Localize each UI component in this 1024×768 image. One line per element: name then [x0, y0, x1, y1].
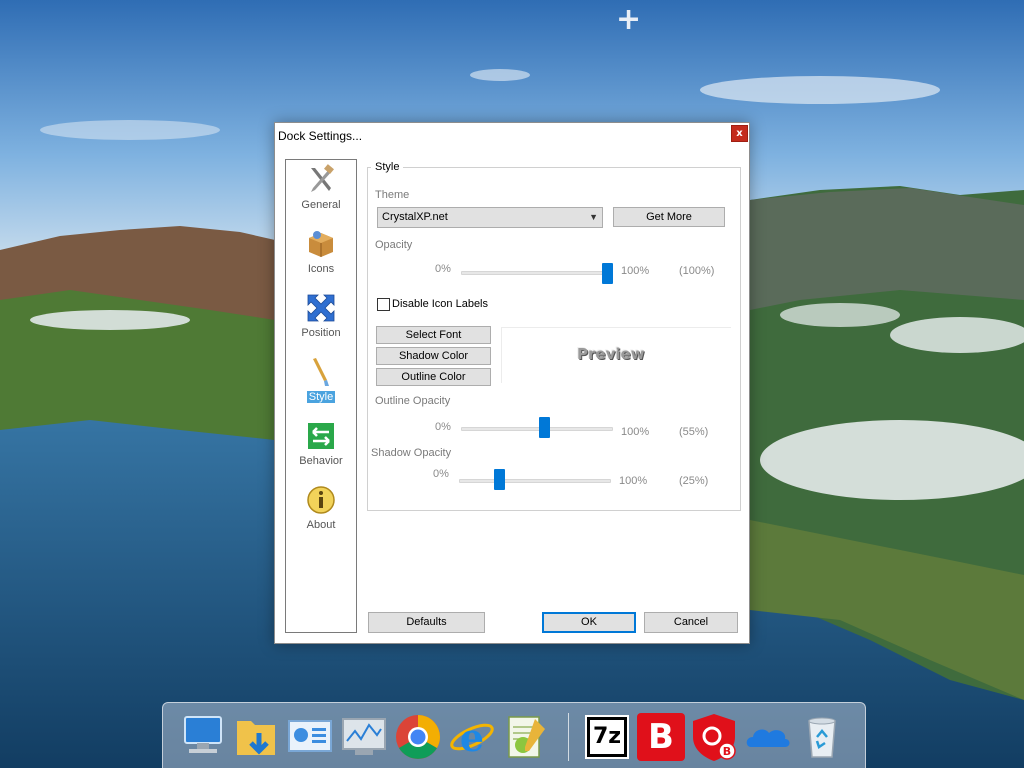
dock-bar: e 7z B B	[162, 702, 866, 768]
close-button[interactable]: x	[731, 125, 748, 142]
outline-opacity-max: 100%	[621, 426, 650, 438]
svg-text:e: e	[460, 715, 484, 760]
sidebar-item-general[interactable]: General	[286, 162, 356, 220]
opacity-slider-thumb[interactable]	[602, 263, 613, 284]
box-icon	[309, 231, 333, 257]
opacity-max: 100%	[621, 265, 650, 277]
sidebar-label: About	[306, 519, 336, 531]
chrome-icon[interactable]	[393, 711, 443, 763]
shadow-opacity-slider-thumb[interactable]	[494, 469, 506, 490]
dock-settings-dialog: Dock Settings... x General Icons Positio…	[274, 122, 750, 644]
defaults-button[interactable]: Defaults	[368, 612, 485, 633]
sidebar-label: Position	[301, 327, 341, 339]
arrow-switch-icon	[308, 423, 334, 449]
recycle-bin-icon[interactable]	[797, 711, 847, 763]
arrows-icon	[307, 294, 335, 322]
disable-icon-labels-label[interactable]: Disable Icon Labels	[392, 298, 488, 310]
theme-value: CrystalXP.net	[382, 211, 448, 223]
notepad-plus-plus-icon[interactable]	[501, 711, 551, 763]
opacity-slider[interactable]	[461, 271, 613, 275]
sidebar-item-style[interactable]: Style	[286, 354, 356, 412]
opacity-min: 0%	[435, 263, 451, 275]
shadow-color-button[interactable]: Shadow Color	[376, 347, 491, 365]
ok-button[interactable]: OK	[542, 612, 636, 633]
preview-text: Preview	[577, 345, 645, 363]
sidebar-label: Icons	[307, 263, 335, 275]
dialog-title: Dock Settings...	[278, 129, 363, 143]
sidebar-item-icons[interactable]: Icons	[286, 226, 356, 284]
chevron-down-icon: ▼	[589, 212, 598, 222]
cancel-button[interactable]: Cancel	[644, 612, 738, 633]
outline-color-button[interactable]: Outline Color	[376, 368, 491, 386]
svg-text:B: B	[723, 745, 731, 758]
outline-opacity-value: (55%)	[679, 426, 709, 438]
opacity-label: Opacity	[375, 239, 413, 251]
downloads-folder-icon[interactable]	[231, 711, 281, 763]
theme-label: Theme	[375, 189, 410, 201]
sidebar-item-position[interactable]: Position	[286, 290, 356, 348]
info-icon	[307, 486, 335, 514]
7zip-icon[interactable]: 7z	[581, 711, 631, 763]
sidebar-label: General	[301, 199, 341, 211]
shadow-opacity-value: (25%)	[679, 475, 709, 487]
dock-separator	[568, 713, 569, 761]
opacity-value: (100%)	[679, 265, 715, 277]
get-more-button[interactable]: Get More	[613, 207, 725, 227]
sidebar-label: Style	[306, 391, 336, 403]
theme-select[interactable]: CrystalXP.net ▼	[377, 207, 603, 228]
settings-sidebar: General Icons Position Style Behavior Ab…	[285, 159, 357, 633]
outline-opacity-label: Outline Opacity	[375, 395, 451, 407]
outline-opacity-slider[interactable]	[461, 427, 613, 431]
plus-icon[interactable]: +	[616, 5, 641, 35]
bitdefender-vpn-icon[interactable]: B	[689, 711, 739, 763]
resource-monitor-icon[interactable]	[339, 711, 389, 763]
7zip-label: 7z	[590, 720, 624, 754]
select-font-button[interactable]: Select Font	[376, 326, 491, 344]
shadow-opacity-max: 100%	[619, 475, 648, 487]
onedrive-icon[interactable]	[743, 711, 793, 763]
style-group-label: Style	[371, 161, 404, 173]
shadow-opacity-label: Shadow Opacity	[371, 447, 452, 459]
brush-icon	[313, 358, 329, 386]
tools-icon	[311, 164, 334, 192]
outline-opacity-slider-thumb[interactable]	[538, 417, 550, 438]
bitdefender-label: B	[637, 713, 685, 761]
internet-explorer-icon[interactable]: e	[447, 711, 497, 763]
sidebar-item-about[interactable]: About	[286, 482, 356, 540]
shadow-opacity-min: 0%	[433, 468, 449, 480]
shadow-opacity-slider[interactable]	[459, 479, 611, 483]
bitdefender-icon[interactable]: B	[635, 711, 685, 763]
computer-icon[interactable]	[177, 711, 227, 763]
control-panel-icon[interactable]	[285, 711, 335, 763]
title-bar[interactable]: Dock Settings... x	[275, 123, 749, 149]
sidebar-item-behavior[interactable]: Behavior	[286, 418, 356, 476]
disable-icon-labels-checkbox[interactable]	[377, 298, 390, 311]
outline-opacity-min: 0%	[435, 421, 451, 433]
sidebar-label: Behavior	[299, 455, 343, 467]
